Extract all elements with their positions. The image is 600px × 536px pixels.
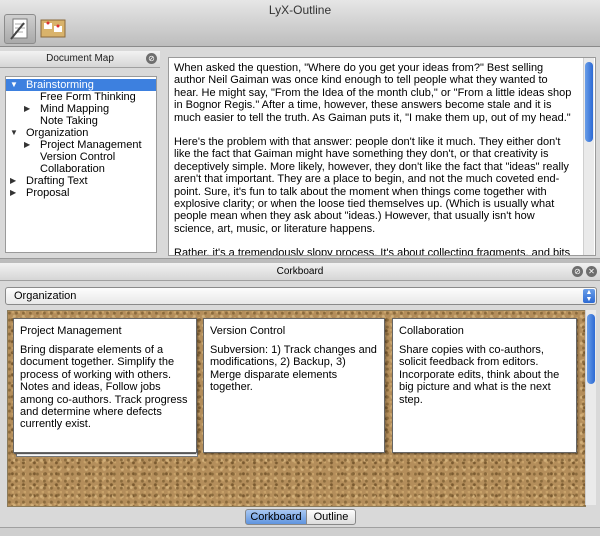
editor-scrollbar[interactable]	[583, 58, 594, 255]
tree-item-label: Organization	[26, 127, 89, 139]
disclosure-collapsed-icon[interactable]: ▶	[24, 139, 30, 151]
card-body: Subversion: 1) Track changes and modific…	[210, 344, 377, 394]
tree-item-label: Proposal	[26, 187, 70, 199]
card-title: Project Management	[20, 325, 122, 337]
tree-item[interactable]: ▶ Project Management	[6, 139, 156, 151]
corkboard-title: Corkboard	[276, 266, 324, 277]
tree-item-label: Mind Mapping	[40, 103, 110, 115]
tree-item[interactable]: ▶ Drafting Text	[6, 175, 156, 187]
editor-view-toolbar-button[interactable]	[4, 14, 36, 44]
tree-item[interactable]: Collaboration	[6, 163, 156, 175]
index-card[interactable]: Project Management Bring disparate eleme…	[13, 318, 197, 453]
tree-item-label: Collaboration	[40, 163, 105, 175]
disclosure-expanded-icon[interactable]: ▼	[10, 127, 18, 139]
index-card[interactable]: Version Control Subversion: 1) Track cha…	[203, 318, 385, 453]
tree-item[interactable]: ▶ Mind Mapping	[6, 103, 156, 115]
window-title: LyX-Outline	[268, 3, 332, 17]
corkboard-detach-icon[interactable]: ⊘	[572, 266, 583, 277]
card-body: Share copies with co-authors, solicit fe…	[399, 344, 560, 406]
card-title: Collaboration	[399, 325, 464, 337]
tree-item-label: Project Management	[40, 139, 142, 151]
corkboard-scrollbar[interactable]	[585, 310, 596, 505]
editor-scrollbar-thumb[interactable]	[585, 62, 593, 142]
editor-paragraph[interactable]: When asked the question, "Where do you g…	[174, 62, 574, 124]
tree-item[interactable]: ▼ Organization	[6, 127, 156, 139]
card-body: Bring disparate elements of a document t…	[20, 344, 188, 431]
editor-paragraph[interactable]: Here's the problem with that answer: peo…	[174, 136, 574, 235]
tree-item-label: Note Taking	[40, 115, 98, 127]
window-titlebar: LyX-Outline	[0, 0, 600, 47]
corkboard-scrollbar-thumb[interactable]	[587, 314, 595, 384]
disclosure-collapsed-icon[interactable]: ▶	[24, 103, 30, 115]
corkboard-area: Project Management Bring disparate eleme…	[7, 310, 586, 507]
tree-item[interactable]: Version Control	[6, 151, 156, 163]
tree-item-label: Drafting Text	[26, 175, 88, 187]
disclosure-expanded-icon[interactable]: ▼	[10, 79, 18, 91]
disclosure-collapsed-icon[interactable]: ▶	[10, 175, 16, 187]
corkboard-view-button[interactable]: Corkboard	[245, 509, 307, 525]
tree-item[interactable]: ▶ Proposal	[6, 187, 156, 199]
disclosure-collapsed-icon[interactable]: ▶	[10, 187, 16, 199]
document-pen-icon	[10, 18, 28, 40]
card-title: Version Control	[210, 325, 286, 337]
tree-item-label: Brainstorming	[26, 79, 94, 91]
corkboard-toolbar-button[interactable]	[38, 14, 68, 42]
index-card[interactable]: Collaboration Share copies with co-autho…	[392, 318, 577, 453]
text-editor[interactable]: When asked the question, "Where do you g…	[168, 57, 596, 256]
section-select-value: Organization	[14, 290, 77, 302]
corkboard-icon	[40, 19, 66, 38]
document-map-detach-icon[interactable]: ⊘	[146, 53, 157, 64]
select-arrows-icon: ▲ ▼	[583, 289, 595, 303]
tree-item-label: Free Form Thinking	[40, 91, 136, 103]
tree-item[interactable]: ▼ Brainstorming	[6, 79, 156, 91]
editor-paragraph[interactable]: Rather, it's a tremendously slopy proces…	[174, 247, 574, 255]
document-map-tree: ▼ Brainstorming Free Form Thinking ▶ Mind Ma…	[5, 76, 157, 253]
tree-item-label: Version Control	[40, 151, 116, 163]
corkboard-header: Corkboard ⊘ ✕	[0, 263, 600, 281]
tree-item[interactable]: Free Form Thinking	[6, 91, 156, 103]
document-map-header: Document Map ⊘	[0, 51, 160, 68]
outline-view-button[interactable]: Outline	[306, 509, 356, 525]
editor-text[interactable]: When asked the question, "Where do you g…	[174, 62, 574, 255]
tree-item[interactable]: Note Taking	[6, 115, 156, 127]
document-map-title: Document Map	[46, 53, 114, 64]
corkboard-close-icon[interactable]: ✕	[586, 266, 597, 277]
section-select[interactable]: Organization ▲ ▼	[5, 287, 597, 305]
